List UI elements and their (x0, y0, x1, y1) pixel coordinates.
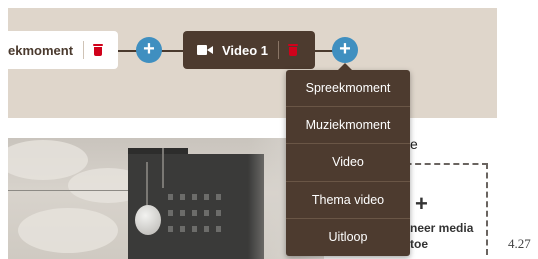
node-label: Video 1 (222, 42, 269, 58)
menu-item-video[interactable]: Video (286, 144, 410, 182)
page-number: 4.27 (508, 236, 531, 251)
window (180, 194, 185, 200)
preview-title: e (410, 136, 418, 152)
trash-icon[interactable] (288, 44, 299, 56)
add-node-button[interactable]: + (136, 37, 162, 63)
wire (8, 190, 128, 191)
menu-item-spreekmoment[interactable]: Spreekmoment (286, 70, 410, 108)
window (192, 226, 197, 232)
window (204, 226, 209, 232)
preview-image (8, 138, 324, 259)
menu-item-uitloop[interactable]: Uitloop (286, 219, 410, 256)
node-divider (278, 41, 280, 59)
timeline-node-video[interactable]: Video 1 (183, 31, 315, 69)
trash-icon[interactable] (93, 44, 104, 56)
node-label: ekmoment (8, 42, 74, 58)
window (192, 210, 197, 216)
timeline-band: ekmoment + Video 1 + (8, 8, 497, 118)
window (168, 226, 173, 232)
antenna-pole (162, 148, 164, 188)
window (180, 226, 185, 232)
window (204, 194, 209, 200)
timeline-node-spreekmoment[interactable]: ekmoment (8, 31, 118, 69)
menu-item-thema-video[interactable]: Thema video (286, 182, 410, 219)
add-media-label[interactable]: neer media toe (410, 220, 480, 252)
window (168, 210, 173, 216)
video-camera-icon (197, 45, 213, 55)
node-divider (83, 41, 85, 59)
window (168, 194, 173, 200)
window (192, 194, 197, 200)
window (216, 210, 221, 216)
add-node-button-active[interactable]: + (332, 37, 358, 63)
add-item-dropdown: Spreekmoment Muziekmoment Video Thema vi… (286, 63, 410, 256)
window (180, 210, 185, 216)
radar-dome (135, 205, 161, 235)
cloud (18, 208, 118, 253)
window (204, 210, 209, 216)
window (216, 194, 221, 200)
menu-item-muziekmoment[interactable]: Muziekmoment (286, 107, 410, 145)
add-media-plus-icon[interactable]: + (415, 191, 428, 217)
window (216, 226, 221, 232)
